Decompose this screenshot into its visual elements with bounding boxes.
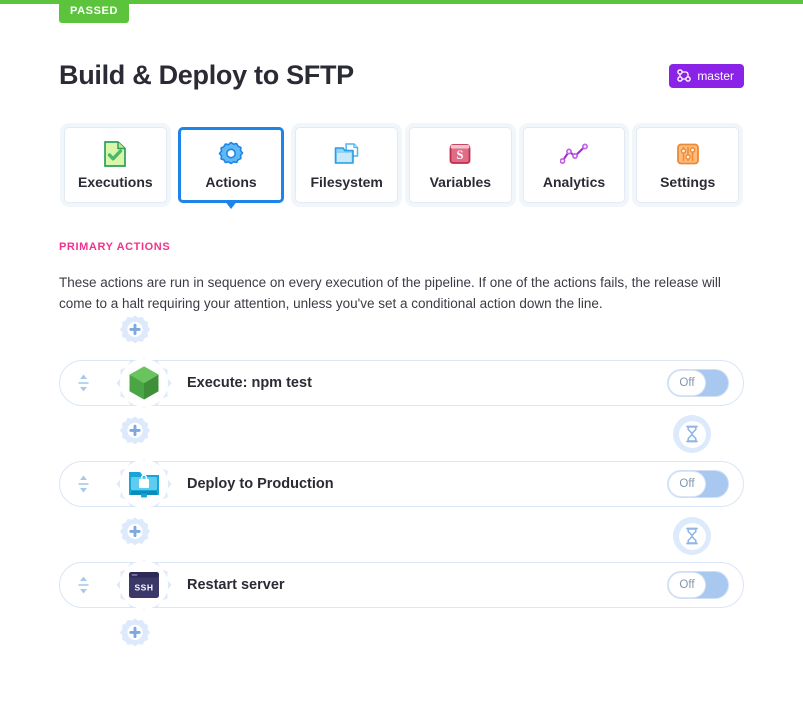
section-title: PRIMARY ACTIONS (59, 241, 171, 253)
action-toggle[interactable]: Off (667, 470, 729, 498)
dollar-icon: S (448, 141, 472, 167)
status-badge: PASSED (59, 1, 130, 23)
title-row: Build & Deploy to SFTP master (59, 56, 744, 96)
tab-label: Analytics (542, 173, 606, 190)
sftp-folder-lock-icon (120, 460, 168, 508)
git-branch-icon (677, 69, 692, 82)
drag-handle-icon[interactable] (60, 361, 106, 405)
wait-marker[interactable] (673, 415, 711, 453)
nodejs-icon (120, 359, 168, 407)
add-action-button[interactable] (118, 415, 152, 449)
tab-actions[interactable]: Actions (177, 127, 285, 209)
action-icon[interactable] (112, 452, 176, 516)
page-title: Build & Deploy to SFTP (59, 60, 354, 90)
svg-text:S: S (457, 148, 464, 162)
tab-label: Settings (660, 173, 716, 190)
action-label: Deploy to Production (187, 476, 334, 492)
tab-analytics[interactable]: Analytics (522, 127, 626, 203)
svg-text:SSH: SSH (135, 583, 154, 593)
hourglass-icon (678, 420, 706, 448)
action-toggle[interactable]: Off (667, 369, 729, 397)
action-icon[interactable]: SSH (112, 553, 176, 617)
action-toggle[interactable]: Off (667, 571, 729, 599)
tab-executions[interactable]: Executions (64, 127, 167, 203)
tab-settings[interactable]: Settings (636, 127, 740, 203)
action-row[interactable]: Execute: npm test Off (59, 358, 744, 408)
add-action-button[interactable] (118, 617, 152, 651)
tab-variables[interactable]: S Variables (409, 127, 512, 203)
add-action-button[interactable] (118, 314, 152, 348)
toggle-label: Off (669, 472, 705, 496)
action-label: Execute: npm test (187, 375, 312, 391)
toggle-label: Off (669, 573, 705, 597)
section-description: These actions are run in sequence on eve… (59, 275, 721, 311)
branch-label: master (697, 68, 734, 83)
hourglass-icon (678, 522, 706, 550)
tab-label: Filesystem (310, 173, 383, 190)
tab-label: Variables (429, 173, 492, 190)
pipeline: Execute: npm test Off Deploy to Producti… (59, 314, 744, 664)
tab-bar: Executions Actions Filesystem S Variable… (59, 127, 744, 209)
tab-filesystem[interactable]: Filesystem (295, 127, 399, 203)
action-icon[interactable] (112, 351, 176, 415)
action-row[interactable]: Deploy to Production Off (59, 459, 744, 509)
tab-label: Actions (205, 173, 257, 190)
folder-icon (334, 141, 360, 167)
toggle-label: Off (669, 371, 705, 395)
sliders-icon (676, 141, 700, 167)
wait-marker[interactable] (673, 517, 711, 555)
add-action-button[interactable] (118, 516, 152, 550)
tab-label: Executions (77, 173, 153, 190)
drag-handle-icon[interactable] (60, 563, 106, 607)
ssh-terminal-icon: SSH (120, 561, 168, 609)
action-label: Restart server (187, 577, 285, 593)
branch-badge[interactable]: master (669, 64, 744, 88)
line-chart-icon (560, 141, 588, 167)
action-row[interactable]: SSH Restart server Off (59, 560, 744, 610)
document-check-icon (103, 140, 127, 167)
gear-icon (218, 141, 244, 167)
drag-handle-icon[interactable] (60, 462, 106, 506)
